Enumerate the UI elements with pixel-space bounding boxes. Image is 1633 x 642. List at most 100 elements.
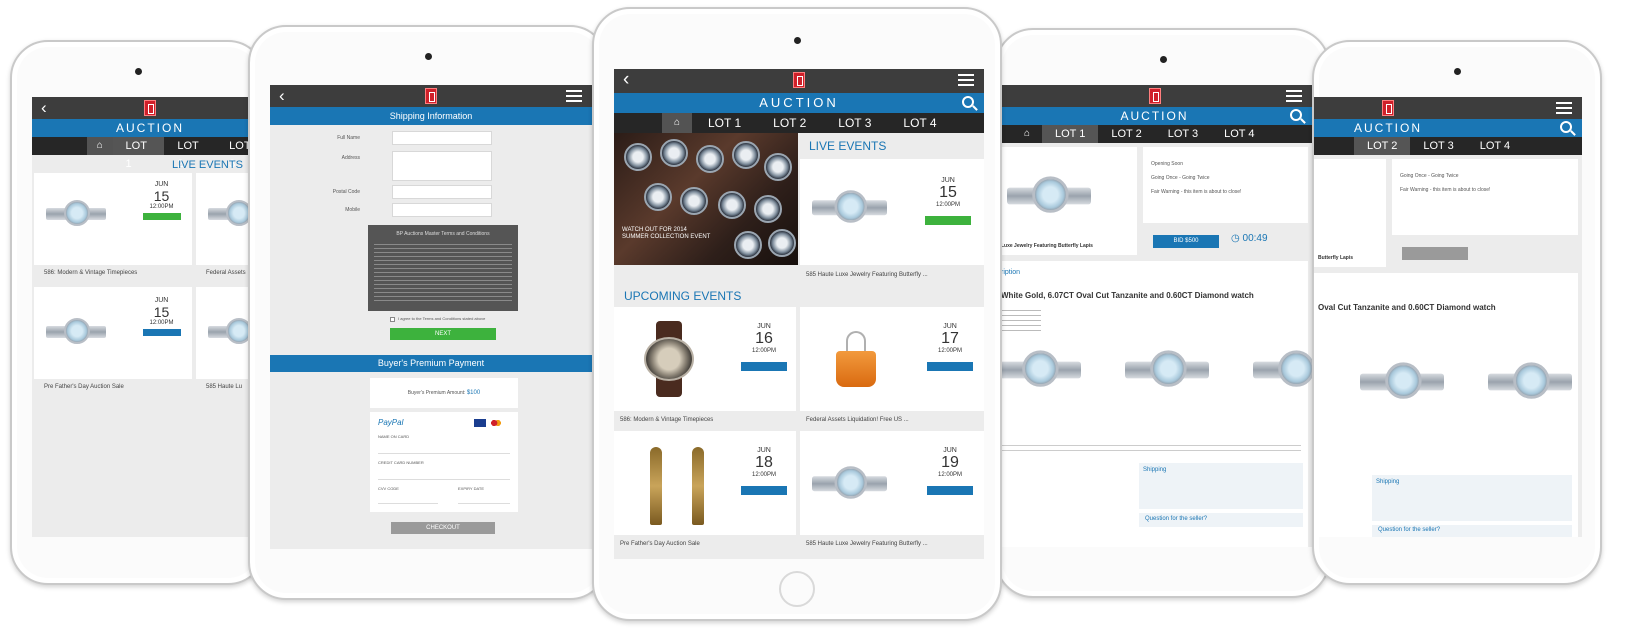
watch-image [997,349,1081,391]
home-tab-icon[interactable]: ⌂ [662,113,692,133]
tab-lot-1[interactable]: LOT 1 [112,137,165,170]
tab-lot-2[interactable]: LOT 2 [1354,137,1411,155]
camera-icon [135,68,142,75]
description-card: Oval Cut Tanzanite and 0.60CT Diamond wa… [1314,273,1578,537]
back-icon[interactable]: ‹ [279,86,285,106]
menu-icon[interactable] [958,74,974,86]
tab-lot-2[interactable]: LOT 2 [164,137,216,170]
event-card[interactable]: JUN 15 12:00PM [34,173,192,265]
event-date: JUN 16 12:00PM [736,323,792,371]
lot-tabs: LOT 2 LOT 3 LOT 4 [1314,137,1582,155]
home-tab-icon[interactable]: ⌂ [1012,125,1042,143]
tab-lot-4[interactable]: LOT 4 [1211,125,1267,143]
promo-banner[interactable]: WATCH OUT FOR 2014 SUMMER COLLECTION EVE… [614,133,798,265]
event-details-button[interactable] [741,486,787,495]
menu-icon[interactable] [1556,102,1572,114]
status-item: Fair Warning - this item is about to clo… [1400,187,1491,193]
watch-image [1360,361,1444,403]
tab-lot-3[interactable]: LOT 3 [822,114,887,132]
event-details-button[interactable] [142,329,181,336]
home-tab-icon[interactable]: ⌂ [87,137,113,155]
terms-text-lines [374,241,512,301]
watch-image [1125,349,1209,391]
visa-icon[interactable] [474,419,486,427]
top-bar: ‹ [614,69,984,93]
watch-image [1488,361,1572,403]
event-card[interactable]: JUN 19 12:00PM [800,431,984,535]
search-icon[interactable] [962,96,974,108]
home-button-icon[interactable] [779,571,815,607]
checkout-button[interactable]: CHECKOUT [391,522,495,534]
app-title: AUCTION [759,95,839,110]
top-bar [997,85,1312,107]
address-input[interactable] [392,151,492,181]
logo-icon [1148,88,1161,104]
tab-lot-3[interactable]: LOT 3 [1410,137,1466,155]
next-button[interactable]: NEXT [390,328,496,340]
tab-lot-3[interactable]: LOT 3 [1155,125,1211,143]
bid-button[interactable]: BID $500 [1153,235,1219,248]
field-label: Postal Code [332,189,360,195]
event-details-button[interactable] [927,486,973,495]
tab-lot-2[interactable]: LOT 2 [1098,125,1154,143]
card-number-input[interactable] [378,468,510,480]
event-caption: 586: Modern & Vintage Timepieces [620,417,714,423]
tab-lot-4[interactable]: LOT 4 [1467,137,1523,155]
event-details-button[interactable] [741,362,787,371]
lot-tabs: ⌂ LOT 1 LOT 2 LOT 3 LOT 4 [997,125,1312,143]
handbag-image [836,331,876,387]
field-label: Mobile [345,207,360,213]
bid-now-button[interactable] [925,216,971,225]
tab-lot-2[interactable]: LOT 2 [757,114,822,132]
event-card[interactable]: JUN 17 12:00PM [800,307,984,411]
statues-image [644,441,714,525]
menu-icon[interactable] [566,90,582,102]
search-icon[interactable] [1290,109,1302,121]
status-item: Fair Warning - this item is about to clo… [1151,189,1242,195]
watch-image [812,465,887,503]
shipping-title-bar: Shipping Information [270,107,592,125]
tablet-detail: AUCTION ⌂ LOT 1 LOT 2 LOT 3 LOT 4 Luxe J… [995,28,1330,598]
card-name-input[interactable] [378,442,510,454]
full-name-input[interactable] [392,131,492,145]
bid-now-button[interactable] [142,213,181,220]
postal-code-input[interactable] [392,185,492,199]
search-icon[interactable] [1560,121,1572,133]
question-link[interactable]: Question for the seller? [1372,525,1572,537]
mobile-input[interactable] [392,203,492,217]
live-event-card[interactable]: JUN 15 12:00PM [800,159,984,265]
event-card[interactable]: JUN 16 12:00PM [614,307,796,411]
camera-icon [794,37,801,44]
bid-button[interactable] [1402,247,1468,260]
status-panel: Opening Soon Going Once - Going Twice Fa… [1143,147,1308,223]
event-card[interactable]: JUN 15 12:00PM [34,287,192,379]
top-bar [1314,97,1582,119]
devices-showcase: ‹ AUCTION ⌂ LOT 1 LOT 2 LOT 3 LIVE EVENT… [0,0,1633,642]
menu-icon[interactable] [1286,90,1302,102]
cvv-input[interactable] [378,494,438,504]
paypal-logo[interactable]: PayPal [378,418,403,427]
logo-icon [793,72,805,88]
agree-checkbox[interactable] [390,317,395,322]
event-details-button[interactable] [927,362,973,371]
camera-icon [1159,56,1167,63]
question-link[interactable]: Question for the seller? [1139,513,1303,527]
top-bar: ‹ [270,85,592,107]
watch-image [1253,349,1312,391]
tab-lot-1[interactable]: LOT 1 [1042,125,1099,143]
back-icon[interactable]: ‹ [41,98,47,118]
event-card[interactable]: JUN 18 12:00PM [614,431,796,535]
tab-lot-4[interactable]: LOT 4 [887,114,952,132]
tab-lot-1[interactable]: LOT 1 [692,114,757,132]
event-date: JUN 18 12:00PM [736,447,792,495]
live-events-title: LIVE EVENTS [809,139,887,153]
shipping-panel: Shipping [1139,463,1303,509]
mastercard-icon[interactable] [490,419,502,427]
shipping-title: Shipping Information [389,111,473,121]
back-icon[interactable]: ‹ [623,70,629,90]
status-item: Going Once - Going Twice [1400,173,1459,179]
expiry-input[interactable] [458,494,510,504]
logo-icon [1382,100,1394,116]
lot-image-card: Butterfly Lapis [1314,159,1386,267]
top-bar: ‹ [32,97,268,119]
